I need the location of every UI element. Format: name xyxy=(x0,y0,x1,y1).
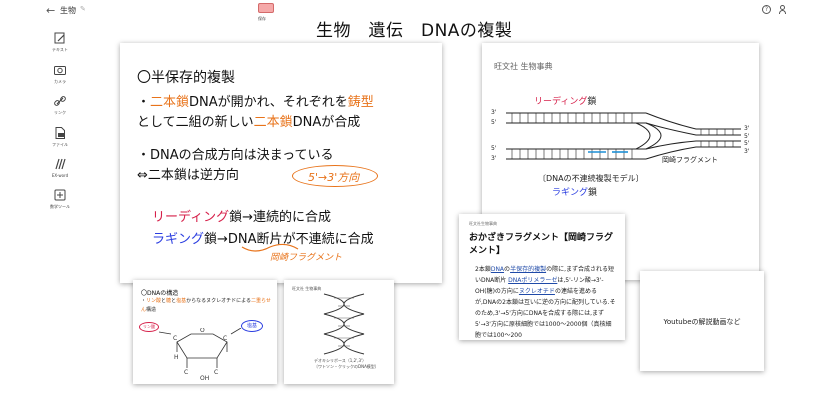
phosphate-tag: リン酸 xyxy=(139,322,159,332)
pencil-icon[interactable]: ✎ xyxy=(80,5,86,13)
back-arrow-icon[interactable]: ← xyxy=(46,4,55,17)
notes-line: として二組の新しい二本鎖DNAが合成 xyxy=(137,115,361,130)
svg-text:C: C xyxy=(173,335,177,342)
tool-label: テキスト xyxy=(52,47,68,52)
strand-end-label: 5' xyxy=(491,145,497,152)
dictionary-body: 2本鎖DNAの半保存的複製の際に,まず合成される短いDNA断片 DNAポリメラー… xyxy=(475,266,616,339)
tool-file[interactable]: ファイル xyxy=(42,126,78,160)
tool-link[interactable]: リンク xyxy=(42,94,78,128)
strand-end-label: 5' xyxy=(744,140,750,147)
app-window: ← 生物 ✎ 保存 ? テキスト カメラ リンク ファイル EX-word 数学… xyxy=(0,0,830,404)
svg-text:H: H xyxy=(174,354,179,361)
notes-line: ⇔二本鎖は逆方向 xyxy=(137,168,239,183)
video-card-label: Youtubeの解説動画など xyxy=(663,318,741,326)
dictionary-link[interactable]: DNAポリメラーゼ xyxy=(508,277,557,284)
tool-math[interactable]: 数学ツール xyxy=(42,188,78,222)
save-label[interactable]: 保存 xyxy=(258,16,266,22)
notes-line: ・DNAの合成方向は決まっている xyxy=(137,148,334,163)
save-folder-icon[interactable] xyxy=(258,3,274,13)
nucleotide-sketch: C C H C C O OH xyxy=(158,328,242,382)
dictionary-link[interactable]: DNA xyxy=(491,266,504,273)
strand-end-label: 3' xyxy=(491,109,497,116)
strand-end-label: 3' xyxy=(744,148,750,155)
tool-camera[interactable]: カメラ xyxy=(42,63,78,97)
canvas-title: 生物 遺伝 DNAの複製 xyxy=(316,21,513,41)
strand-end-label: 3' xyxy=(744,125,750,132)
svg-text:C: C xyxy=(214,369,218,376)
dna-model-caption: デオキシリボース（1,2',3'） 〔ワトソン・クリックのDNA模型〕 xyxy=(314,358,379,369)
tool-label: カメラ xyxy=(54,79,66,84)
structure-description: ・リン酸と糖と塩基からなるヌクレオチドによる二重らせん構造 xyxy=(141,298,271,313)
dna-model-card[interactable]: 旺文社 生物事典 デオキシリボース（1,2',3'） 〔ワトソン・クリックのDNA… xyxy=(284,280,394,384)
textbook-source: 旺文社 生物事典 xyxy=(494,62,553,71)
handwritten-fragment-text: 岡崎フラグメント xyxy=(270,253,343,263)
text-edit-icon xyxy=(54,32,65,44)
tool-label: 数学ツール xyxy=(50,204,70,209)
tool-exword[interactable]: EX-word xyxy=(42,157,78,191)
help-icon[interactable]: ? xyxy=(762,5,771,14)
notes-heading: 〇半保存的複製 xyxy=(137,70,235,86)
camera-icon xyxy=(54,66,66,75)
strand-end-label: 3' xyxy=(491,155,497,162)
structure-title: 〇DNAの構造 xyxy=(141,290,179,297)
user-icon[interactable] xyxy=(778,5,787,14)
dictionary-title: おかざきフラグメント【岡崎フラグメント】 xyxy=(469,233,614,256)
structure-card[interactable]: 〇DNAの構造 ・リン酸と糖と塩基からなるヌクレオチドによる二重らせん構造 リン… xyxy=(133,280,277,384)
notes-card[interactable]: 〇半保存的複製 ・二本鎖DNAが開かれ、それぞれを鋳型 として二組の新しい二本鎖… xyxy=(120,43,442,283)
link-icon xyxy=(54,96,66,106)
svg-text:C: C xyxy=(223,335,227,342)
okazaki-fragment-label: 岡崎フラグメント xyxy=(662,156,718,164)
tool-label: EX-word xyxy=(51,173,69,178)
document-title[interactable]: 生物 xyxy=(60,5,76,16)
dictionary-source: 旺文社生物事典 xyxy=(469,221,497,226)
dictionary-link[interactable]: 半保存的複製 xyxy=(510,266,546,273)
strand-end-label: 5' xyxy=(744,133,750,140)
notes-line: リーディング鎖→連続的に合成 xyxy=(152,210,331,225)
dictionary-link[interactable]: ヌクレオチド xyxy=(519,288,555,295)
svg-text:O: O xyxy=(200,328,205,334)
dictionary-icon xyxy=(55,158,66,170)
svg-text:OH: OH xyxy=(200,375,209,382)
double-helix-illustration xyxy=(323,293,365,355)
lagging-strand-label: ラギング鎖 xyxy=(552,188,598,198)
tool-label: リンク xyxy=(54,110,66,115)
tool-text[interactable]: テキスト xyxy=(42,31,78,65)
svg-text:C: C xyxy=(184,369,188,376)
notes-line: ・二本鎖DNAが開かれ、それぞれを鋳型 xyxy=(137,95,374,110)
file-icon xyxy=(55,127,65,139)
dictionary-card[interactable]: 旺文社生物事典 おかざきフラグメント【岡崎フラグメント】 2本鎖DNAの半保存的… xyxy=(459,214,625,340)
textbook-caption: 〔DNAの不連続複製モデル〕 xyxy=(538,174,644,183)
handwritten-direction-text: 5'→3'方向 xyxy=(308,171,360,184)
tool-label: ファイル xyxy=(52,142,68,147)
video-card[interactable]: Youtubeの解説動画など xyxy=(640,271,764,371)
math-tool-icon xyxy=(54,189,66,201)
strand-end-label: 5' xyxy=(491,119,497,126)
